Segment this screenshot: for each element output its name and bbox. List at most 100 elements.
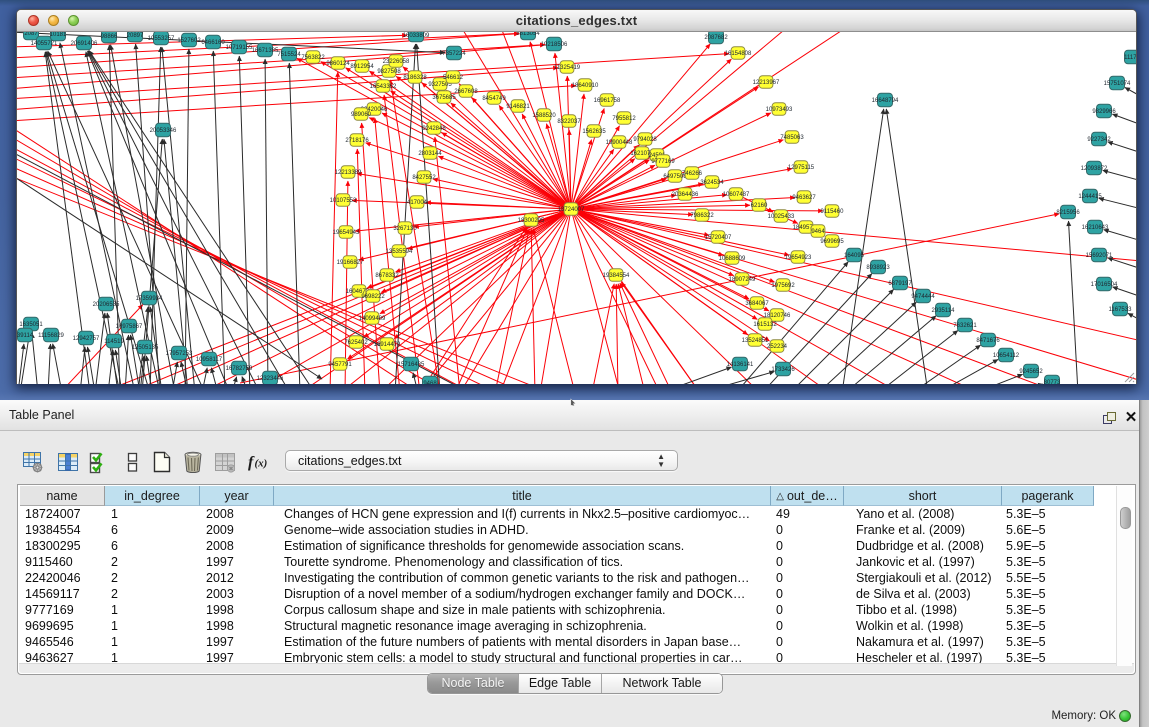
- citation-edge-black[interactable]: [938, 359, 998, 384]
- cell-in_degree[interactable]: 2: [111, 570, 198, 586]
- window-resize-grip[interactable]: [1121, 369, 1135, 383]
- cell-short[interactable]: Yano et al. (2008): [856, 506, 1000, 522]
- close-panel-icon[interactable]: ✕: [1124, 410, 1138, 425]
- table-options-icon[interactable]: [22, 450, 44, 474]
- citation-edge-black[interactable]: [17, 174, 322, 379]
- column-header-name[interactable]: name: [20, 486, 105, 506]
- citation-edge-black[interactable]: [48, 344, 51, 384]
- cell-pagerank[interactable]: 5.6E–5: [1006, 522, 1092, 538]
- citation-edge-red[interactable]: [345, 181, 348, 384]
- citation-edge-black[interactable]: [1125, 87, 1136, 97]
- column-header-out_de[interactable]: △out_de…: [771, 486, 844, 506]
- table-row[interactable]: 9115460 2 1997 Tourette syndrome. Phenomeno…: [20, 554, 1100, 570]
- cell-short[interactable]: Nakamura et al. (1997): [856, 634, 1000, 650]
- cell-title[interactable]: Tourette syndrome. Phenomenology and cla…: [284, 554, 769, 570]
- cell-title[interactable]: Investigating the contribution of common…: [284, 570, 769, 586]
- horizontal-scrollbar-track[interactable]: [19, 663, 1134, 673]
- citation-edge-black[interactable]: [88, 347, 96, 384]
- citation-edge-black[interactable]: [1112, 114, 1136, 125]
- table-row[interactable]: 1872400712008Changes of HCN gene express…: [20, 506, 1100, 522]
- cell-name[interactable]: 19384554: [25, 522, 103, 538]
- cell-in_degree[interactable]: 1: [111, 618, 198, 634]
- column-header-title[interactable]: title: [274, 486, 771, 506]
- tab-node-table[interactable]: Node Table: [428, 674, 519, 693]
- cell-year[interactable]: 1998: [206, 618, 272, 634]
- cell-out_de[interactable]: 0: [776, 586, 842, 602]
- cell-title[interactable]: Corpus callosum shape and size in male p…: [284, 602, 769, 618]
- citation-edge-black[interactable]: [886, 109, 928, 384]
- citation-edge-black[interactable]: [108, 350, 113, 384]
- cell-out_de[interactable]: 0: [776, 538, 842, 554]
- vertical-scrollbar-track[interactable]: [1116, 486, 1132, 666]
- cell-year[interactable]: 2008: [206, 538, 272, 554]
- cell-name[interactable]: 9699695: [25, 618, 103, 634]
- select-columns-icon[interactable]: [88, 450, 110, 474]
- delete-table-icon[interactable]: [182, 450, 204, 474]
- citation-edge-black[interactable]: [213, 51, 225, 384]
- citation-edge-black[interactable]: [1104, 230, 1136, 241]
- cell-name[interactable]: 9465546: [25, 634, 103, 650]
- cell-out_de[interactable]: 0: [776, 634, 842, 650]
- citation-edge-black[interactable]: [878, 331, 958, 385]
- citation-edge-black[interactable]: [1128, 313, 1136, 321]
- cell-out_de[interactable]: 0: [776, 522, 842, 538]
- table-row[interactable]: 977716911998Corpus callosum shape and si…: [20, 602, 1100, 618]
- cell-year[interactable]: 2003: [206, 586, 272, 602]
- cell-title[interactable]: Structural magnetic resonance image aver…: [284, 618, 769, 634]
- column-header-pagerank[interactable]: pagerank: [1002, 486, 1094, 506]
- citation-edge-red[interactable]: [620, 283, 672, 384]
- cell-name[interactable]: 22420046: [25, 570, 103, 586]
- cell-in_degree[interactable]: 1: [111, 506, 198, 522]
- citation-edge-black[interactable]: [1113, 287, 1137, 297]
- citation-edge-black[interactable]: [32, 333, 38, 384]
- cell-in_degree[interactable]: 1: [111, 602, 198, 618]
- table-row[interactable]: 2242004622012Investigating the contribut…: [20, 570, 1100, 586]
- cell-out_de[interactable]: 0: [776, 554, 842, 570]
- citation-edge-black[interactable]: [842, 109, 884, 384]
- cell-pagerank[interactable]: 5.3E–5: [1006, 618, 1092, 634]
- citation-edge-black[interactable]: [289, 63, 300, 384]
- float-window-icon[interactable]: [1103, 412, 1116, 425]
- citation-edge-red[interactable]: [571, 32, 790, 209]
- tab-network-table[interactable]: Network Table: [602, 674, 722, 693]
- cell-pagerank[interactable]: 5.3E–5: [1006, 602, 1092, 618]
- cell-in_degree[interactable]: 2: [111, 586, 198, 602]
- cell-year[interactable]: 2009: [206, 522, 272, 538]
- table-row[interactable]: 14569117 2 2003 Disruption of a novel membe…: [20, 586, 1100, 602]
- cell-title[interactable]: Genome–wide association studies in ADHD.: [284, 522, 769, 538]
- citation-edge-black[interactable]: [790, 289, 894, 384]
- cell-title[interactable]: Estimation of significance thresholds fo…: [284, 538, 769, 554]
- cell-title[interactable]: Disruption of a novel member of a sodium…: [284, 586, 769, 602]
- cell-short[interactable]: Stergiakouli et al. (2012): [856, 570, 1000, 586]
- citation-edge-black[interactable]: [1099, 198, 1136, 209]
- window-edge-scrollbar[interactable]: [1139, 400, 1149, 727]
- cell-in_degree[interactable]: 6: [111, 522, 198, 538]
- citation-edge-red[interactable]: [571, 149, 614, 209]
- cell-name[interactable]: 14569117: [25, 586, 103, 602]
- table-row[interactable]: 1830029562008Estimation of significance …: [20, 538, 1100, 554]
- citation-edge-red[interactable]: [571, 209, 620, 384]
- column-header-in_degree[interactable]: in_degree: [105, 486, 200, 506]
- cell-short[interactable]: Dudbridge et al. (2008): [856, 538, 1000, 554]
- table-row[interactable]: 19384554 6 2009 Genome–wide association stu…: [20, 522, 1100, 538]
- column-header-short[interactable]: short: [844, 486, 1002, 506]
- citation-edge-black[interactable]: [89, 51, 315, 385]
- cell-year[interactable]: 2008: [206, 506, 272, 522]
- citation-edge-red[interactable]: [571, 94, 584, 209]
- cell-year[interactable]: 1998: [206, 602, 272, 618]
- table-chooser-dropdown[interactable]: citations_edges.txt ▲▼: [285, 450, 678, 471]
- citation-edge-black[interactable]: [700, 372, 774, 385]
- citation-edge-black[interactable]: [818, 302, 916, 384]
- cell-out_de[interactable]: 0: [776, 618, 842, 634]
- cell-short[interactable]: Franke et al. (2009): [856, 522, 1000, 538]
- citation-edge-black[interactable]: [211, 368, 218, 384]
- citation-edge-black[interactable]: [95, 313, 105, 384]
- citation-edge-red[interactable]: [17, 175, 550, 384]
- table-row[interactable]: 9699695 1 1998 Structural magnetic resonanc…: [20, 618, 1100, 634]
- cell-year[interactable]: 1997: [206, 554, 272, 570]
- citation-edge-black[interactable]: [162, 47, 195, 384]
- vertical-scrollbar-thumb[interactable]: [1120, 507, 1131, 529]
- cell-in_degree[interactable]: 2: [111, 554, 198, 570]
- memory-status-icon[interactable]: [1119, 710, 1131, 722]
- cell-name[interactable]: 9115460: [25, 554, 103, 570]
